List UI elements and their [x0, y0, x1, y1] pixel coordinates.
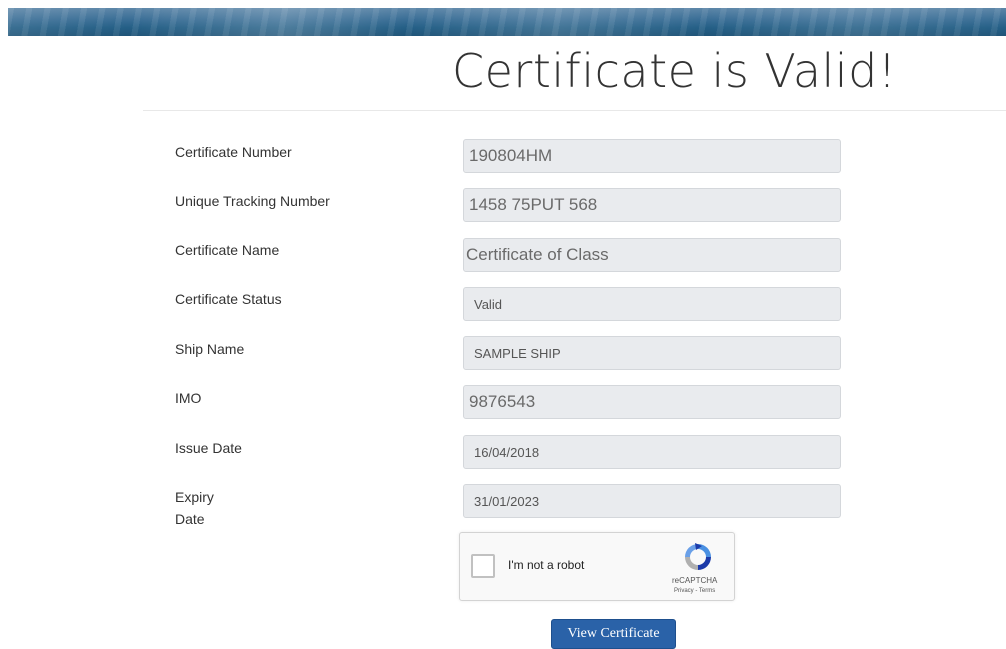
expiry-date-field[interactable]: 31/01/2023: [463, 484, 841, 518]
certificate-number-field[interactable]: 190804HM: [463, 139, 841, 173]
imo-field[interactable]: 9876543: [463, 385, 841, 419]
certificate-name-value: Certificate of Class: [466, 245, 609, 264]
issue-date-field[interactable]: 16/04/2018: [463, 435, 841, 469]
ship-name-value: SAMPLE SHIP: [474, 345, 561, 361]
ship-name-field[interactable]: SAMPLE SHIP: [463, 336, 841, 370]
ocean-header-banner: [8, 8, 1006, 36]
expiry-date-label: Expiry Date: [175, 486, 214, 530]
recaptcha-privacy-terms-link[interactable]: Privacy - Terms: [674, 588, 715, 594]
imo-label: IMO: [175, 390, 202, 406]
unique-tracking-number-value: 1458 75PUT 568: [469, 195, 598, 214]
issue-date-label: Issue Date: [175, 440, 242, 456]
recaptcha-label: I'm not a robot: [508, 558, 585, 572]
recaptcha-logo-icon: [685, 543, 711, 570]
certificate-name-label: Certificate Name: [175, 242, 280, 258]
title-divider: [143, 110, 1006, 111]
ship-name-label: Ship Name: [175, 341, 245, 357]
page-title: Certificate is Valid!: [452, 44, 897, 98]
expiry-date-label-line1: Expiry: [175, 489, 214, 505]
imo-value: 9876543: [469, 392, 536, 411]
recaptcha-widget: I'm not a robot reCAPTCHA Privacy - Term…: [459, 532, 735, 601]
certificate-status-field[interactable]: Valid: [463, 287, 841, 321]
certificate-status-label: Certificate Status: [175, 291, 282, 307]
certificate-number-value: 190804HM: [469, 146, 553, 165]
certificate-name-field[interactable]: Certificate of Class: [463, 238, 841, 272]
view-certificate-button[interactable]: View Certificate: [551, 619, 676, 649]
recaptcha-checkbox[interactable]: [471, 554, 495, 578]
recaptcha-brand: reCAPTCHA: [672, 576, 718, 585]
unique-tracking-number-label: Unique Tracking Number: [175, 193, 330, 209]
certificate-number-label: Certificate Number: [175, 144, 292, 160]
expiry-date-value: 31/01/2023: [474, 493, 540, 509]
unique-tracking-number-field[interactable]: 1458 75PUT 568: [463, 188, 841, 222]
expiry-date-label-line2: Date: [175, 511, 205, 527]
certificate-status-value: Valid: [474, 296, 502, 312]
issue-date-value: 16/04/2018: [474, 444, 540, 460]
